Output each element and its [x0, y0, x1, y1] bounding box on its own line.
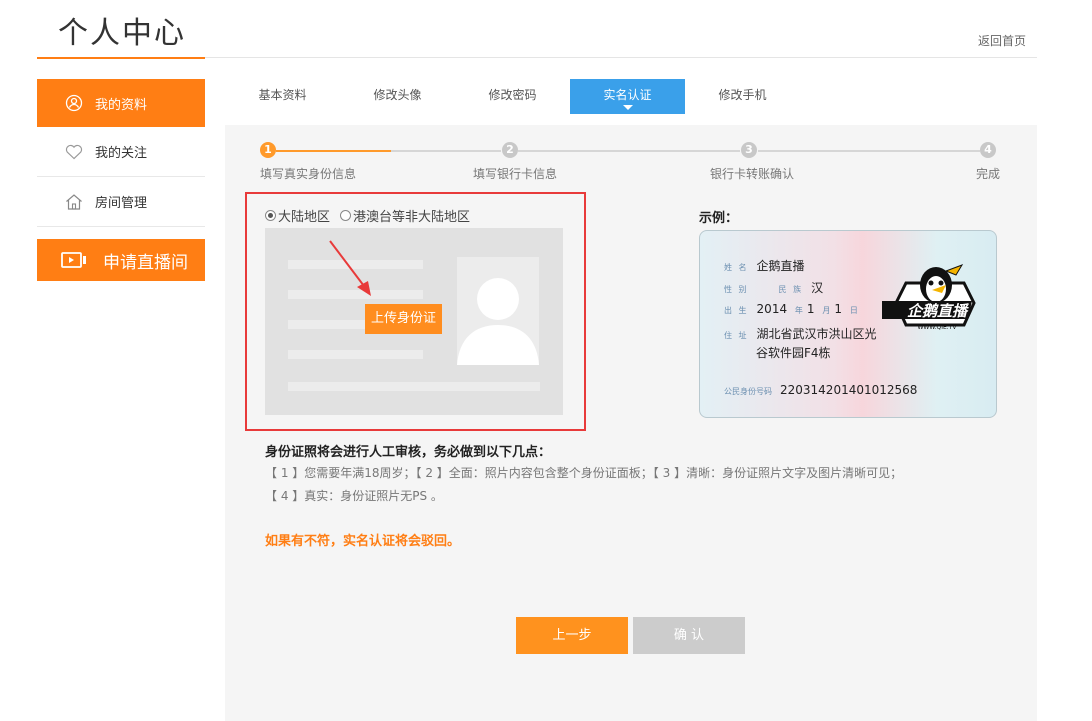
- apply-live-room-label: 申请直播间: [103, 252, 188, 273]
- sidebar-item-room-management[interactable]: 房间管理: [37, 177, 205, 227]
- portrait-placeholder-icon: [457, 257, 539, 365]
- previous-step-button[interactable]: 上一步: [516, 617, 628, 654]
- qie-live-logo: 企鹅直播 WWW.QIE.TV: [878, 263, 988, 343]
- heart-icon: [65, 143, 83, 161]
- header-divider: [205, 57, 1037, 58]
- video-camera-icon: [61, 251, 91, 269]
- arrow-pointer-icon: [329, 240, 371, 296]
- step-4-label: 完成: [976, 167, 1001, 181]
- radio-label: 大陆地区: [278, 210, 331, 225]
- logo-text: 企鹅直播: [907, 302, 969, 320]
- sidebar-item-following[interactable]: 我的关注: [37, 127, 205, 177]
- card-id-row: 公民身份号码 220314201401012568: [724, 383, 918, 397]
- upload-id-button[interactable]: 上传身份证: [365, 304, 443, 334]
- radio-selected-indicator: [265, 210, 276, 221]
- step-line: [518, 150, 740, 152]
- notice-title: 身份证照将会进行人工审核，务必做到以下几点：: [265, 445, 552, 460]
- user-icon: [65, 94, 83, 112]
- apply-live-room-button[interactable]: 申请直播间: [37, 239, 205, 281]
- step-3-label: 银行卡转账确认: [710, 167, 795, 181]
- step-progress: 1 2 3 4 填写真实身份信息 填写银行卡信息 银行卡转账确认 完成: [260, 142, 1001, 182]
- notice-line-1: 【 1 】您需要年满18周岁；【 2 】全面：照片内容包含整个身份证面板；【 3…: [265, 466, 903, 480]
- profile-tabs: 基本资料 修改头像 修改密码 实名认证 修改手机: [225, 79, 800, 114]
- placeholder-line: [288, 382, 540, 391]
- card-address-row: 住 址湖北省武汉市洪山区光: [724, 327, 877, 341]
- sidebar-item-label: 我的资料: [95, 97, 148, 113]
- tab-change-phone[interactable]: 修改手机: [685, 79, 800, 114]
- title-underline: [37, 57, 205, 59]
- region-radio-group: 大陆地区 港澳台等非大陆地区: [265, 206, 470, 225]
- tab-basic-info[interactable]: 基本资料: [225, 79, 340, 114]
- step-line-progress: [276, 150, 391, 152]
- back-home-link[interactable]: 返回首页: [978, 32, 1026, 49]
- placeholder-line: [288, 350, 423, 359]
- card-sex-row: 性 别民 族汉: [724, 281, 824, 295]
- region-mainland-radio[interactable]: 大陆地区: [265, 206, 330, 225]
- example-label: 示例：: [699, 211, 739, 226]
- step-3-marker: 3: [741, 142, 757, 158]
- rejection-warning: 如果有不符，实名认证将会驳回。: [265, 534, 461, 549]
- card-address-row-2: 谷软件园F4栋: [756, 346, 831, 360]
- tab-real-name-verification[interactable]: 实名认证: [570, 79, 685, 114]
- step-line: [758, 150, 980, 152]
- step-1-marker: 1: [260, 142, 276, 158]
- house-icon: [65, 193, 83, 211]
- radio-indicator: [340, 210, 352, 221]
- sidebar-item-my-profile[interactable]: 我的资料: [37, 79, 205, 127]
- id-card-placeholder[interactable]: 上传身份证: [265, 228, 563, 415]
- region-non-mainland-radio[interactable]: 港澳台等非大陆地区: [340, 206, 470, 225]
- confirm-button[interactable]: 确 认: [633, 617, 745, 654]
- notice-line-2: 【 4 】真实：身份证照片无PS 。: [265, 489, 443, 503]
- tab-change-avatar[interactable]: 修改头像: [340, 79, 455, 114]
- logo-url: WWW.QIE.TV: [918, 324, 958, 331]
- radio-label: 港澳台等非大陆地区: [353, 210, 471, 225]
- step-4-marker: 4: [980, 142, 996, 158]
- verification-panel: 1 2 3 4 填写真实身份信息 填写银行卡信息 银行卡转账确认 完成 大陆地区…: [225, 125, 1037, 721]
- card-name-row: 姓 名企鹅直播: [724, 259, 805, 273]
- sidebar-item-label: 我的关注: [95, 146, 148, 161]
- step-line: [391, 150, 501, 152]
- example-id-card: 姓 名企鹅直播 性 别民 族汉 出 生 2014 年1 月1 日 住 址湖北省武汉…: [699, 230, 997, 418]
- step-1-label: 填写真实身份信息: [260, 167, 357, 181]
- sidebar-item-label: 房间管理: [95, 196, 148, 211]
- page-title: 个人中心: [58, 16, 186, 51]
- step-2-label: 填写银行卡信息: [473, 167, 558, 181]
- card-birth-row: 出 生 2014 年1 月1 日: [724, 302, 860, 316]
- step-2-marker: 2: [502, 142, 518, 158]
- tab-change-password[interactable]: 修改密码: [455, 79, 570, 114]
- sidebar: 我的资料 我的关注 房间管理 申请直播间: [37, 79, 205, 281]
- id-upload-box: 大陆地区 港澳台等非大陆地区 上传身份证: [245, 192, 586, 431]
